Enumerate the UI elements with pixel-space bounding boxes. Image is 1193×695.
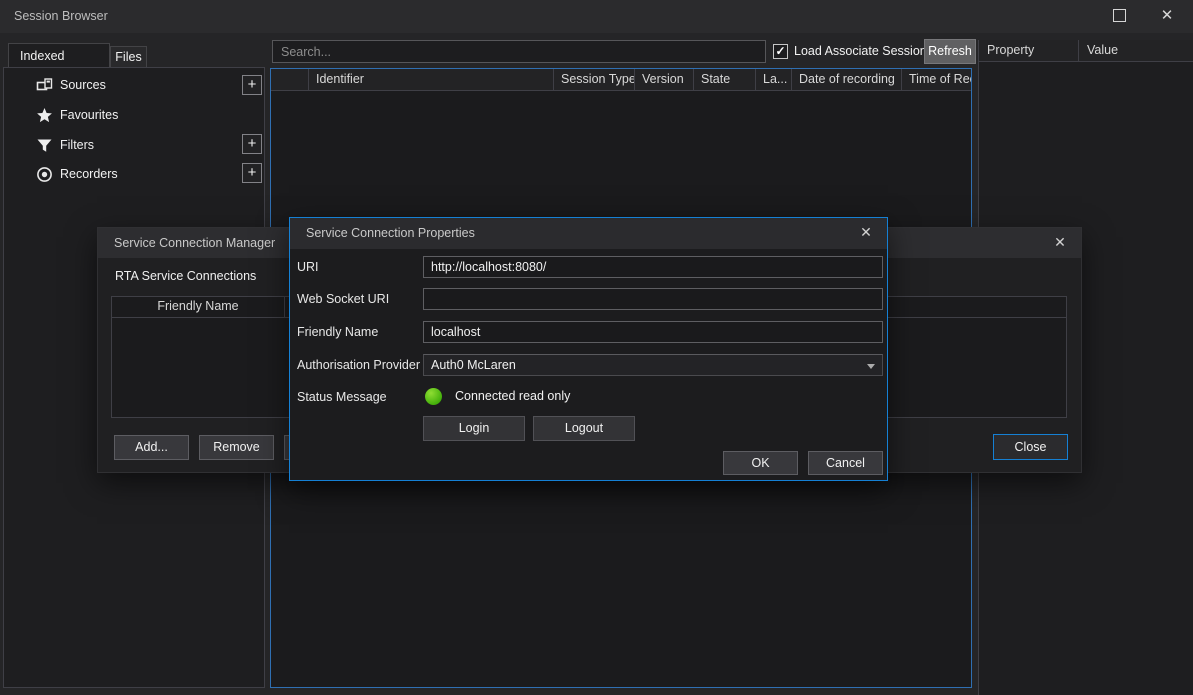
login-button[interactable]: Login — [423, 416, 525, 441]
add-connection-button[interactable]: Add... — [114, 435, 189, 460]
uri-label: URI — [297, 256, 423, 278]
load-associate-sessions-label: Load Associate Sessions — [794, 40, 933, 63]
load-associate-sessions-checkbox[interactable]: ✓ — [773, 44, 788, 59]
tab-indexed-sources[interactable]: Indexed Sources — [8, 43, 110, 68]
add-recorder-button[interactable]: + — [242, 163, 262, 183]
maximize-icon — [1113, 9, 1126, 22]
recorder-icon — [36, 166, 53, 183]
check-icon: ✓ — [775, 44, 785, 58]
tab-files[interactable]: Files — [110, 46, 147, 68]
sidebar-item-label: Recorders — [60, 163, 118, 186]
connection-status-icon — [425, 388, 442, 405]
uri-field[interactable] — [423, 256, 883, 278]
authorisation-provider-label: Authorisation Provider — [297, 354, 423, 376]
web-socket-uri-field[interactable] — [423, 288, 883, 310]
column-header-identifier[interactable]: Identifier — [309, 69, 554, 91]
sidebar-item-recorders[interactable]: Recorders — [4, 163, 264, 186]
service-connection-properties-dialog: Service Connection Properties ✕ URI Web … — [289, 217, 888, 481]
authorisation-provider-dropdown[interactable]: Auth0 McLaren — [423, 354, 883, 376]
authorisation-provider-value: Auth0 McLaren — [431, 358, 516, 372]
filter-icon — [36, 137, 53, 154]
properties-dialog-close-button[interactable]: ✕ — [853, 218, 879, 248]
sidebar-item-label: Filters — [60, 134, 94, 157]
properties-dialog-titlebar[interactable]: Service Connection Properties ✕ — [290, 218, 887, 249]
column-header-date-of-recording[interactable]: Date of recording — [792, 69, 902, 91]
ok-button[interactable]: OK — [723, 451, 798, 475]
friendly-name-field[interactable] — [423, 321, 883, 343]
refresh-button[interactable]: Refresh — [924, 39, 976, 64]
session-table-header: Identifier Session Type Version State La… — [271, 69, 971, 91]
chevron-down-icon — [867, 364, 875, 369]
close-icon: ✕ — [1054, 234, 1066, 250]
logout-button[interactable]: Logout — [533, 416, 635, 441]
column-header-selector[interactable] — [271, 69, 309, 91]
friendly-name-label: Friendly Name — [297, 321, 423, 343]
web-socket-uri-label: Web Socket URI — [297, 288, 423, 310]
close-icon: ✕ — [1161, 7, 1174, 24]
column-header-session-type[interactable]: Session Type — [554, 69, 635, 91]
manager-dialog-close-button[interactable]: ✕ — [1047, 228, 1073, 258]
add-filter-button[interactable]: + — [242, 134, 262, 154]
column-header-version[interactable]: Version — [635, 69, 694, 91]
column-header-friendly-name[interactable]: Friendly Name — [112, 297, 285, 317]
column-header-la[interactable]: La... — [756, 69, 792, 91]
window-close-button[interactable]: ✕ — [1150, 0, 1184, 33]
manager-close-button[interactable]: Close — [993, 434, 1068, 460]
rta-service-connections-label: RTA Service Connections — [115, 266, 256, 286]
close-icon: ✕ — [860, 224, 872, 240]
remove-connection-button[interactable]: Remove — [199, 435, 274, 460]
manager-dialog-title: Service Connection Manager — [114, 228, 275, 258]
window-title: Session Browser — [14, 0, 108, 33]
sources-icon — [36, 77, 53, 94]
sidebar-item-label: Favourites — [60, 104, 118, 127]
sidebar-item-label: Sources — [60, 74, 106, 97]
sidebar-item-favourites[interactable]: Favourites — [4, 104, 264, 127]
status-message-label: Status Message — [297, 386, 423, 408]
column-header-value[interactable]: Value — [1079, 40, 1193, 62]
property-panel-header: Property Value — [979, 40, 1193, 62]
sidebar-item-sources[interactable]: Sources — [4, 74, 264, 97]
session-browser-window: Session Browser ✕ Indexed Sources Files … — [0, 0, 1193, 695]
column-header-time-of-recording[interactable]: Time of Reco — [902, 69, 971, 91]
cancel-button[interactable]: Cancel — [808, 451, 883, 475]
properties-dialog-title: Service Connection Properties — [306, 218, 475, 248]
sidebar-item-filters[interactable]: Filters — [4, 134, 264, 157]
window-titlebar[interactable]: Session Browser ✕ — [0, 0, 1193, 33]
maximize-button[interactable] — [1103, 0, 1137, 33]
status-message-text: Connected read only — [455, 386, 570, 407]
add-source-button[interactable]: + — [242, 75, 262, 95]
star-icon — [36, 107, 53, 124]
column-header-state[interactable]: State — [694, 69, 756, 91]
search-input[interactable] — [272, 40, 766, 63]
column-header-property[interactable]: Property — [979, 40, 1079, 62]
